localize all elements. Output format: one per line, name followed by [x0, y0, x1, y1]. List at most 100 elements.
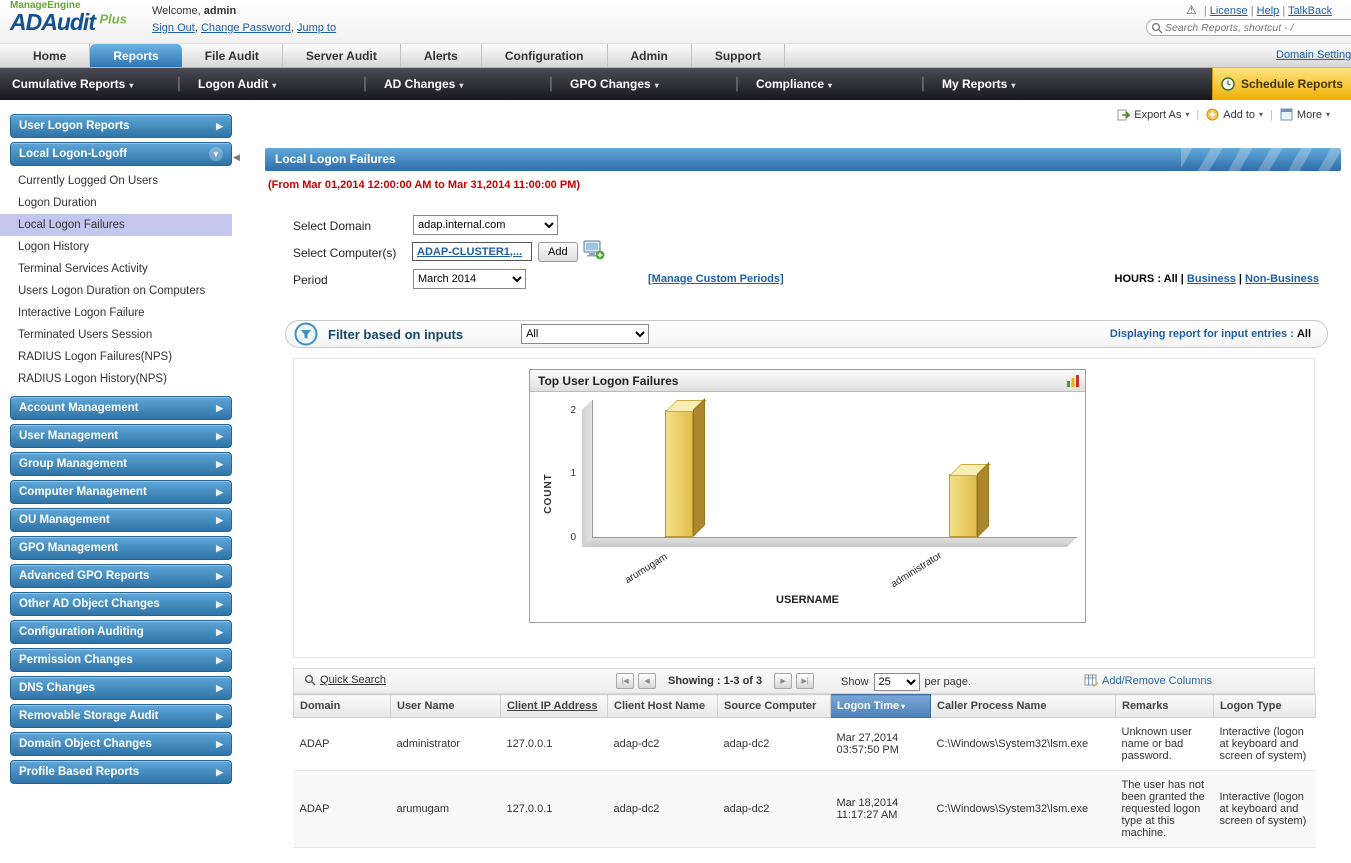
prev-page-icon[interactable]: ◀: [638, 673, 656, 689]
sidebar-collapse-icon[interactable]: ◀: [233, 152, 240, 163]
chevron-down-icon: ▾: [828, 81, 832, 90]
help-link[interactable]: Help: [1257, 5, 1280, 17]
table-row[interactable]: ADAP arumugam 127.0.0.1 adap-dc2 adap-dc…: [294, 771, 1316, 848]
domain-settings-link[interactable]: Domain Settings: [1276, 49, 1351, 61]
tab-support[interactable]: Support: [692, 44, 785, 67]
cell-source-computer: adap-dc2: [718, 771, 831, 848]
sidebar-section-account-management[interactable]: Account Management▶: [10, 396, 232, 420]
sidebar-section-local-logon-logoff[interactable]: Local Logon-Logoff▼: [10, 142, 232, 166]
sidebar-section-gpo-management[interactable]: GPO Management▶: [10, 536, 232, 560]
hours-non-business-link[interactable]: Non-Business: [1245, 273, 1319, 285]
chevron-down-icon: ▾: [459, 81, 463, 90]
sidebar-item-terminated-users-session[interactable]: Terminated Users Session: [0, 324, 232, 346]
sidebar-section-computer-management[interactable]: Computer Management▶: [10, 480, 232, 504]
search-icon: [1151, 22, 1163, 34]
sidebar-section-domain-object-changes[interactable]: Domain Object Changes▶: [10, 732, 232, 756]
quick-search-button[interactable]: Quick Search: [304, 674, 386, 686]
col-header-client-host[interactable]: Client Host Name: [608, 695, 718, 718]
domain-select[interactable]: adap.internal.com: [413, 215, 558, 235]
sidebar-item-currently-logged-on-users[interactable]: Currently Logged On Users: [0, 170, 232, 192]
sidebar-section-removable-storage-audit[interactable]: Removable Storage Audit▶: [10, 704, 232, 728]
sidebar-item-local-logon-failures[interactable]: Local Logon Failures: [0, 214, 232, 236]
tab-configuration[interactable]: Configuration: [482, 44, 608, 67]
hours-business-link[interactable]: Business: [1187, 273, 1236, 285]
chevron-down-icon: ▾: [655, 81, 659, 90]
col-header-remarks[interactable]: Remarks: [1116, 695, 1214, 718]
chevron-right-icon: ▶: [216, 515, 223, 526]
tab-reports[interactable]: Reports: [90, 44, 181, 67]
change-password-link[interactable]: Change Password: [201, 22, 291, 34]
x-axis-label: USERNAME: [530, 594, 1085, 606]
add-computer-button[interactable]: Add: [538, 242, 578, 262]
manage-custom-periods-link[interactable]: [Manage Custom Periods]: [648, 273, 784, 285]
sidebar-section-permission-changes[interactable]: Permission Changes▶: [10, 648, 232, 672]
sidebar-section-ou-management[interactable]: OU Management▶: [10, 508, 232, 532]
sidebar-item-logon-history[interactable]: Logon History: [0, 236, 232, 258]
computers-input[interactable]: [412, 242, 532, 261]
sidebar-item-radius-logon-failures[interactable]: RADIUS Logon Failures(NPS): [0, 346, 232, 368]
sidebar-section-dns-changes[interactable]: DNS Changes▶: [10, 676, 232, 700]
chart-type-icon[interactable]: [1066, 374, 1080, 388]
col-header-client-ip[interactable]: Client IP Address: [501, 695, 608, 718]
sidebar-item-logon-duration[interactable]: Logon Duration: [0, 192, 232, 214]
more-button[interactable]: More▾: [1280, 108, 1330, 121]
filter-select[interactable]: All: [521, 324, 649, 344]
sidebar-item-terminal-services-activity[interactable]: Terminal Services Activity: [0, 258, 232, 280]
schedule-reports-button[interactable]: Schedule Reports: [1212, 68, 1351, 100]
chevron-right-icon: ▶: [216, 121, 223, 132]
warning-icon[interactable]: ⚠: [1186, 3, 1197, 17]
menu-gpo-changes[interactable]: GPO Changes▾: [558, 77, 730, 91]
col-header-user-name[interactable]: User Name: [391, 695, 501, 718]
sidebar-section-configuration-auditing[interactable]: Configuration Auditing▶: [10, 620, 232, 644]
sidebar-section-user-logon-reports[interactable]: User Logon Reports▶: [10, 114, 232, 138]
sign-out-link[interactable]: Sign Out: [152, 22, 195, 34]
add-to-button[interactable]: Add to▾: [1206, 108, 1263, 121]
next-page-icon[interactable]: ▶: [774, 673, 792, 689]
tab-admin[interactable]: Admin: [608, 44, 692, 67]
sidebar-section-user-management[interactable]: User Management▶: [10, 424, 232, 448]
col-header-domain[interactable]: Domain: [294, 695, 391, 718]
chart-title-bar: Top User Logon Failures: [530, 370, 1085, 392]
tab-server-audit[interactable]: Server Audit: [283, 44, 401, 67]
chevron-right-icon: ▶: [216, 459, 223, 470]
tab-file-audit[interactable]: File Audit: [182, 44, 283, 67]
license-link[interactable]: License: [1210, 5, 1248, 17]
jump-to-link[interactable]: Jump to: [297, 22, 336, 34]
x-category-label: administrator: [889, 550, 944, 590]
menu-ad-changes[interactable]: AD Changes▾: [372, 77, 544, 91]
sidebar-item-users-logon-duration-on-computers[interactable]: Users Logon Duration on Computers: [0, 280, 232, 302]
table-row[interactable]: ADAP administrator 127.0.0.1 adap-dc2 ad…: [294, 718, 1316, 771]
col-header-logon-type[interactable]: Logon Type: [1214, 695, 1316, 718]
first-page-icon[interactable]: |◀: [616, 673, 634, 689]
page-size-select[interactable]: 25: [874, 673, 920, 691]
add-remove-columns-button[interactable]: Add/Remove Columns: [1084, 674, 1212, 687]
sidebar-item-radius-logon-history[interactable]: RADIUS Logon History(NPS): [0, 368, 232, 390]
bar-arumugam: [665, 410, 693, 537]
pager: |◀ ◀ Showing : 1-3 of 3 ▶ ▶|: [616, 673, 814, 689]
col-header-logon-time[interactable]: Logon Time▾: [831, 695, 931, 718]
sidebar-section-other-ad-object-changes[interactable]: Other AD Object Changes▶: [10, 592, 232, 616]
search-input[interactable]: [1165, 20, 1351, 35]
menu-compliance[interactable]: Compliance▾: [744, 77, 916, 91]
menu-cumulative-reports[interactable]: Cumulative Reports▾: [0, 77, 172, 91]
col-header-source-computer[interactable]: Source Computer: [718, 695, 831, 718]
computer-add-icon[interactable]: [583, 240, 605, 260]
last-page-icon[interactable]: ▶|: [796, 673, 814, 689]
main-content: Export As▾ | Add to▾ | More▾ Local Logon…: [250, 100, 1351, 863]
add-icon: [1206, 108, 1219, 121]
tab-alerts[interactable]: Alerts: [401, 44, 482, 67]
sidebar-section-profile-based-reports[interactable]: Profile Based Reports▶: [10, 760, 232, 784]
period-select[interactable]: March 2014: [413, 269, 526, 289]
show-label: Show: [841, 676, 869, 688]
sidebar-section-group-management[interactable]: Group Management▶: [10, 452, 232, 476]
cell-remarks: Unknown user name or bad password.: [1116, 718, 1214, 771]
tab-home[interactable]: Home: [10, 44, 90, 67]
menu-logon-audit[interactable]: Logon Audit▾: [186, 77, 358, 91]
sidebar-item-interactive-logon-failure[interactable]: Interactive Logon Failure: [0, 302, 232, 324]
talkback-link[interactable]: TalkBack: [1288, 5, 1332, 17]
col-header-caller-process[interactable]: Caller Process Name: [931, 695, 1116, 718]
y-tick: 1: [550, 468, 576, 479]
sidebar-section-advanced-gpo-reports[interactable]: Advanced GPO Reports▶: [10, 564, 232, 588]
menu-my-reports[interactable]: My Reports▾: [930, 77, 1102, 91]
export-as-button[interactable]: Export As▾: [1117, 108, 1189, 121]
